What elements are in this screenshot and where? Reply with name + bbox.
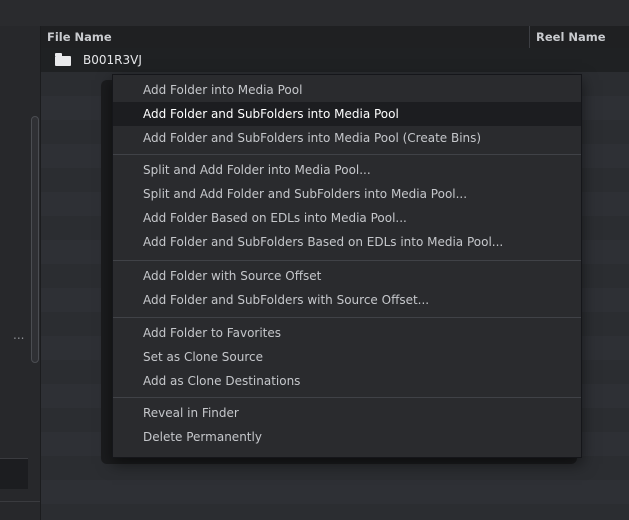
left-panel-divider <box>0 501 40 502</box>
column-header-reel-name[interactable]: Reel Name <box>529 26 629 48</box>
menu-divider <box>113 317 581 318</box>
table-row[interactable] <box>41 480 629 504</box>
menu-item-split-add-folder-and-subfolders[interactable]: Split and Add Folder and SubFolders into… <box>113 182 581 206</box>
table-row-folder[interactable]: B001R3VJ <box>41 48 629 72</box>
menu-item-set-as-clone-source[interactable]: Set as Clone Source <box>113 345 581 369</box>
menu-item-add-folder-and-subfolders-based-on-edls[interactable]: Add Folder and SubFolders Based on EDLs … <box>113 230 581 254</box>
top-bar <box>0 0 629 27</box>
menu-divider <box>113 260 581 261</box>
menu-item-add-folder-based-on-edls[interactable]: Add Folder Based on EDLs into Media Pool… <box>113 206 581 230</box>
menu-item-add-folder-and-subfolders-create-bins[interactable]: Add Folder and SubFolders into Media Poo… <box>113 126 581 150</box>
left-panel-ellipsis: ... <box>13 328 25 342</box>
menu-item-add-folder-and-subfolders[interactable]: Add Folder and SubFolders into Media Poo… <box>113 102 581 126</box>
menu-item-add-folder[interactable]: Add Folder into Media Pool <box>113 78 581 102</box>
menu-item-add-folder-and-subfolders-with-source-offset[interactable]: Add Folder and SubFolders with Source Of… <box>113 288 581 312</box>
menu-item-reveal-in-finder[interactable]: Reveal in Finder <box>113 401 581 425</box>
table-header: File Name Reel Name <box>41 26 629 49</box>
menu-divider <box>113 397 581 398</box>
menu-item-add-folder-with-source-offset[interactable]: Add Folder with Source Offset <box>113 264 581 288</box>
left-panel-scrollbar[interactable] <box>31 116 39 363</box>
left-panel: ... <box>0 26 41 520</box>
menu-item-split-add-folder[interactable]: Split and Add Folder into Media Pool... <box>113 158 581 182</box>
folder-name: B001R3VJ <box>83 53 142 67</box>
menu-item-add-folder-to-favorites[interactable]: Add Folder to Favorites <box>113 321 581 345</box>
menu-divider <box>113 154 581 155</box>
menu-item-delete-permanently[interactable]: Delete Permanently <box>113 425 581 449</box>
folder-icon <box>55 53 71 66</box>
context-menu: Add Folder into Media Pool Add Folder an… <box>112 74 582 458</box>
left-panel-footer-block <box>0 458 28 489</box>
menu-item-add-as-clone-destinations[interactable]: Add as Clone Destinations <box>113 369 581 393</box>
column-header-file-name[interactable]: File Name <box>41 26 529 48</box>
